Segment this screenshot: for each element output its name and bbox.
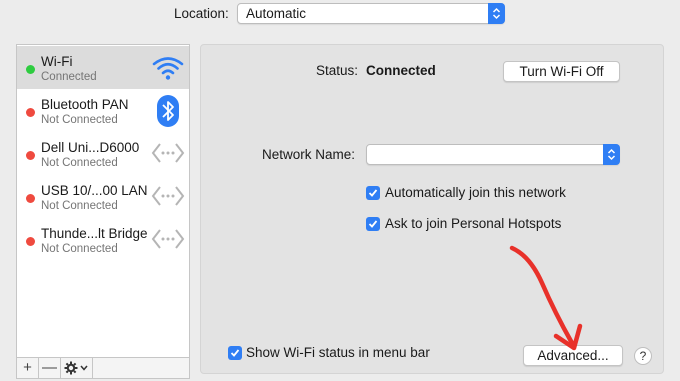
status-dot	[26, 151, 35, 160]
ethernet-icon	[151, 228, 185, 253]
remove-service-button[interactable]: —	[39, 358, 61, 378]
service-name: Wi-Fi	[41, 54, 73, 69]
bluetooth-icon	[157, 95, 179, 130]
popup-stepper-icon	[603, 144, 620, 165]
auto-join-checkbox[interactable]	[366, 186, 380, 200]
service-list-toolbar: + —	[16, 357, 190, 379]
ethernet-icon	[151, 185, 185, 210]
service-status: Not Connected	[41, 114, 118, 126]
add-service-button[interactable]: +	[17, 358, 39, 378]
checkmark-icon	[368, 189, 378, 197]
status-value: Connected	[366, 63, 436, 78]
location-label: Location:	[174, 6, 229, 21]
ask-hotspots-label: Ask to join Personal Hotspots	[385, 216, 562, 231]
wifi-icon	[151, 55, 185, 84]
service-name: Thunde...lt Bridge	[41, 226, 148, 241]
service-status: Not Connected	[41, 200, 118, 212]
help-button[interactable]: ?	[634, 347, 652, 365]
popup-stepper-icon	[488, 3, 505, 24]
status-dot	[26, 108, 35, 117]
service-item-dell[interactable]: Dell Uni...D6000 Not Connected	[17, 132, 189, 175]
service-item-usb-lan[interactable]: USB 10/...00 LAN Not Connected	[17, 175, 189, 218]
network-name-popup[interactable]	[366, 144, 620, 165]
status-dot	[26, 194, 35, 203]
show-wifi-status-checkbox[interactable]	[228, 346, 242, 360]
location-popup[interactable]: Automatic	[237, 3, 505, 24]
service-name: Bluetooth PAN	[41, 97, 129, 112]
service-item-bluetooth-pan[interactable]: Bluetooth PAN Not Connected	[17, 89, 189, 132]
checkmark-icon	[368, 220, 378, 228]
status-label: Status:	[316, 63, 359, 78]
show-wifi-status-label: Show Wi-Fi status in menu bar	[246, 345, 430, 360]
gear-icon	[64, 361, 88, 375]
service-status: Not Connected	[41, 157, 118, 169]
service-item-wifi[interactable]: Wi-Fi Connected	[17, 46, 189, 89]
service-name: USB 10/...00 LAN	[41, 183, 148, 198]
service-list: Wi-Fi Connected Bluetooth PAN Not Connec…	[16, 44, 190, 358]
ask-hotspots-checkbox[interactable]	[366, 217, 380, 231]
service-name: Dell Uni...D6000	[41, 140, 140, 155]
turn-wifi-off-button[interactable]: Turn Wi-Fi Off	[503, 61, 620, 82]
red-arrow-icon	[509, 245, 583, 351]
status-dot	[26, 65, 35, 74]
service-item-thunderbolt-bridge[interactable]: Thunde...lt Bridge Not Connected	[17, 218, 189, 261]
service-status: Connected	[41, 71, 97, 83]
status-dot	[26, 237, 35, 246]
checkmark-icon	[230, 349, 240, 357]
location-value: Automatic	[246, 6, 307, 21]
service-actions-button[interactable]	[61, 358, 93, 378]
auto-join-label: Automatically join this network	[385, 185, 566, 200]
network-name-label: Network Name:	[262, 147, 356, 162]
service-status: Not Connected	[41, 243, 118, 255]
ethernet-icon	[151, 142, 185, 167]
